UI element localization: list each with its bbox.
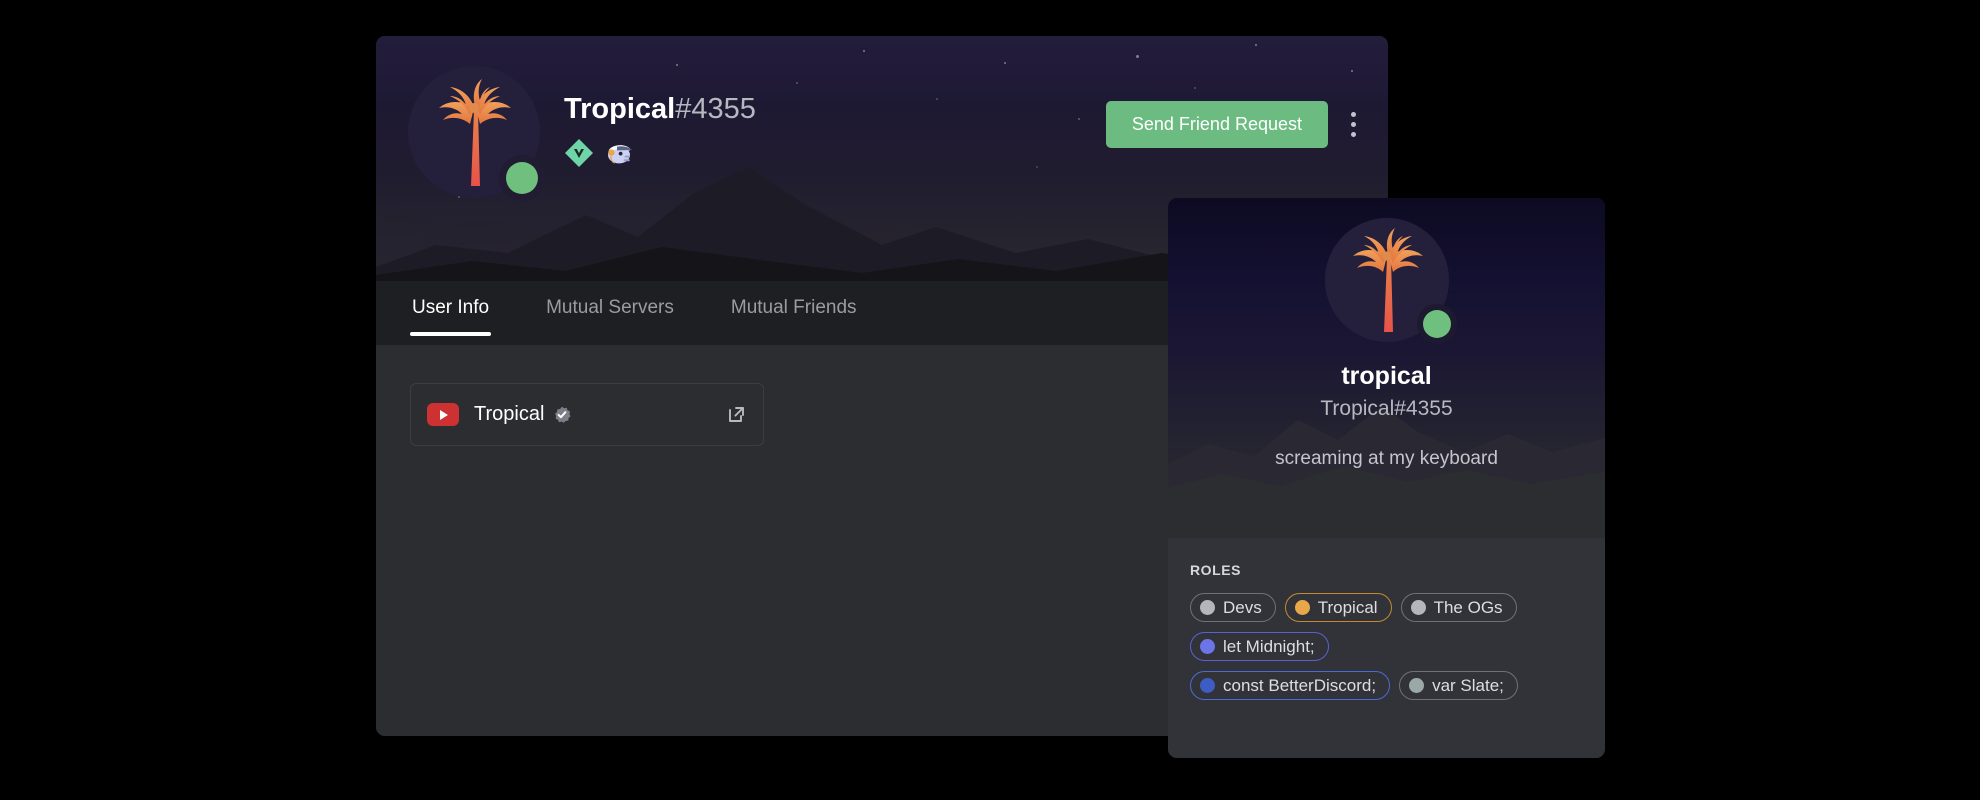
kebab-menu-icon[interactable] xyxy=(1342,108,1364,142)
roles-row: let Midnight; xyxy=(1190,632,1583,661)
tab-mutual-friends[interactable]: Mutual Friends xyxy=(729,281,859,319)
popout-custom-status: screaming at my keyboard xyxy=(1275,448,1498,469)
roles-section: ROLES Devs Tropical The OGs let Midnight… xyxy=(1168,538,1605,758)
profile-avatar[interactable] xyxy=(408,66,540,198)
profile-name-line: Tropical#4355 xyxy=(564,92,756,126)
role-label: Tropical xyxy=(1317,597,1378,617)
popout-banner: tropical Tropical#4355 screaming at my k… xyxy=(1168,198,1605,538)
role-color-dot xyxy=(1200,639,1215,654)
role-label: let Midnight; xyxy=(1223,636,1315,656)
screen: Tropical#4355 Send Friend Request User I… xyxy=(0,0,1980,800)
status-indicator-online xyxy=(506,162,538,194)
role-color-dot xyxy=(1294,600,1310,615)
popout-user-tag: Tropical#4355 xyxy=(1320,397,1453,420)
tab-user-info[interactable]: User Info xyxy=(410,281,492,336)
role-label: Devs xyxy=(1223,597,1262,617)
role-label: const BetterDiscord; xyxy=(1223,675,1377,695)
external-link-icon[interactable] xyxy=(726,404,747,425)
roles-row: const BetterDiscord; var Slate; xyxy=(1190,671,1583,700)
popout-avatar[interactable] xyxy=(1324,218,1451,342)
role-pill[interactable]: Devs xyxy=(1190,593,1276,622)
verified-check-icon xyxy=(555,406,571,423)
betterdiscord-badge-icon[interactable] xyxy=(564,138,594,168)
tab-mutual-servers[interactable]: Mutual Servers xyxy=(544,281,676,319)
role-color-dot xyxy=(1200,678,1215,693)
role-color-dot xyxy=(1409,678,1425,693)
role-label: The OGs xyxy=(1433,597,1503,617)
connection-name: Tropical xyxy=(474,403,545,425)
roles-heading: ROLES xyxy=(1190,562,1241,578)
profile-actions: Send Friend Request xyxy=(1105,101,1364,148)
role-color-dot xyxy=(1410,600,1426,615)
profile-discriminator: #4355 xyxy=(675,93,756,125)
profile-username: Tropical xyxy=(564,93,676,125)
popout-display-name: tropical xyxy=(1341,362,1432,390)
connection-card-youtube[interactable]: Tropical xyxy=(410,383,764,446)
send-friend-request-button[interactable]: Send Friend Request xyxy=(1105,101,1328,148)
profile-badge-row xyxy=(564,138,756,168)
youtube-icon xyxy=(427,403,459,426)
role-pill[interactable]: const BetterDiscord; xyxy=(1190,671,1391,700)
roles-list: Devs Tropical The OGs let Midnight; cons… xyxy=(1190,593,1583,700)
role-pill[interactable]: let Midnight; xyxy=(1190,632,1329,661)
roles-row: Devs Tropical The OGs xyxy=(1190,593,1583,622)
discord-helmet-badge-icon[interactable] xyxy=(603,138,633,168)
role-label: var Slate; xyxy=(1432,675,1504,695)
user-popout-card: tropical Tropical#4355 screaming at my k… xyxy=(1168,198,1605,758)
role-color-dot xyxy=(1200,600,1215,615)
role-pill[interactable]: var Slate; xyxy=(1399,671,1518,700)
role-pill[interactable]: Tropical xyxy=(1284,593,1392,622)
popout-identity: tropical Tropical#4355 screaming at my k… xyxy=(1168,361,1605,472)
profile-header-text: Tropical#4355 xyxy=(564,92,756,168)
status-indicator-online xyxy=(1422,310,1451,338)
role-pill[interactable]: The OGs xyxy=(1400,593,1517,622)
